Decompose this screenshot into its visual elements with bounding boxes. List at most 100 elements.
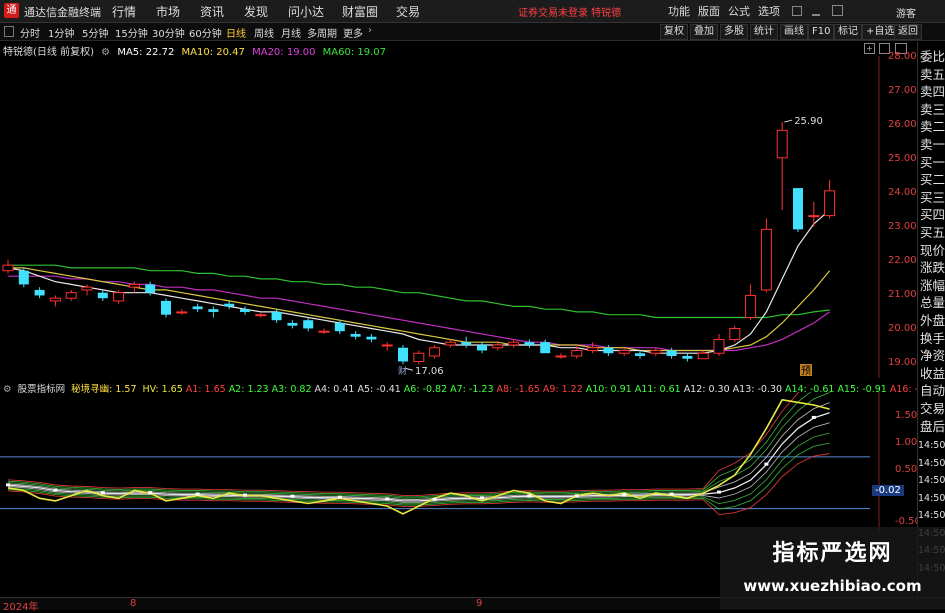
candle-body bbox=[34, 289, 45, 296]
chevron-right-icon[interactable]: › bbox=[368, 25, 372, 36]
tab-30min[interactable]: 30分钟 bbox=[152, 25, 185, 40]
osc-marker bbox=[764, 462, 769, 466]
candle-body bbox=[444, 341, 456, 346]
side-panel-item[interactable]: 外盘 bbox=[919, 310, 945, 329]
menu-formula[interactable]: 公式 bbox=[728, 3, 750, 19]
window-icon[interactable] bbox=[792, 6, 802, 16]
tab-monthly[interactable]: 月线 bbox=[281, 25, 301, 40]
oscillator-chart[interactable] bbox=[0, 392, 880, 532]
side-panel-item[interactable]: 涨幅 bbox=[919, 275, 945, 294]
multi-stock-button[interactable]: 多股 bbox=[720, 24, 748, 40]
candle-body bbox=[334, 322, 345, 332]
candle-body bbox=[697, 352, 709, 360]
menu-discover[interactable]: 发现 bbox=[244, 3, 268, 20]
candle-body bbox=[587, 347, 599, 351]
side-panel-item[interactable]: 卖五 bbox=[919, 64, 945, 83]
user-label[interactable]: 游客 bbox=[896, 5, 916, 20]
menu-wealth[interactable]: 财富圈 bbox=[342, 3, 378, 20]
back-button[interactable]: 返回 bbox=[894, 24, 922, 40]
menu-options[interactable]: 选项 bbox=[758, 3, 780, 19]
tab-multi-period[interactable]: 多周期 bbox=[307, 25, 337, 40]
draw-line-button[interactable]: 画线 bbox=[780, 24, 808, 40]
maximize-icon[interactable] bbox=[832, 5, 843, 16]
side-panel-item[interactable]: 净资 bbox=[919, 345, 945, 364]
side-panel-item[interactable]: 卖四 bbox=[919, 81, 945, 100]
side-panel-item[interactable]: 自动 bbox=[919, 380, 945, 399]
menu-market[interactable]: 市场 bbox=[156, 3, 180, 20]
tab-minute[interactable]: 分时 bbox=[20, 25, 40, 40]
date-tick: 8 bbox=[130, 598, 137, 609]
side-panel-item[interactable]: 卖三 bbox=[919, 99, 945, 118]
price-tick: 22.00 bbox=[888, 255, 917, 266]
tab-60min[interactable]: 60分钟 bbox=[189, 25, 222, 40]
tab-5min[interactable]: 5分钟 bbox=[82, 25, 108, 40]
side-panel-item[interactable]: 卖一 bbox=[919, 134, 945, 153]
ma60-line bbox=[8, 264, 830, 319]
ma5-line bbox=[7, 209, 830, 354]
tab-more[interactable]: 更多 bbox=[343, 25, 363, 40]
osc-tick: 1.00 bbox=[895, 437, 918, 448]
side-panel-item[interactable]: 交易 bbox=[919, 398, 945, 417]
statistics-button[interactable]: 统计 bbox=[750, 24, 778, 40]
tab-15min[interactable]: 15分钟 bbox=[115, 25, 148, 40]
candle-body bbox=[128, 283, 140, 288]
menu-layout[interactable]: 版面 bbox=[698, 3, 720, 19]
candle-body bbox=[145, 284, 156, 293]
osc-marker bbox=[480, 496, 484, 500]
osc-marker bbox=[337, 495, 342, 499]
f10-button[interactable]: F10 bbox=[808, 24, 835, 40]
osc-marker bbox=[243, 493, 247, 497]
menu-trade[interactable]: 交易 bbox=[396, 3, 420, 20]
price-tick: 21.00 bbox=[888, 289, 917, 300]
low-label: 17.06 bbox=[415, 366, 444, 377]
period-toolbar: 分时 1分钟 5分钟 15分钟 30分钟 60分钟 日线 周线 月线 多周期 更… bbox=[0, 23, 945, 41]
side-panel-item[interactable]: 涨跌 bbox=[919, 257, 945, 276]
osc-marker bbox=[195, 492, 200, 496]
minimize-icon[interactable] bbox=[812, 6, 820, 16]
osc-marker bbox=[432, 497, 437, 501]
side-panel-item[interactable]: 现价 bbox=[919, 240, 945, 259]
side-panel-item[interactable]: 买五 bbox=[919, 222, 945, 241]
side-panel-item[interactable]: 买二 bbox=[919, 169, 945, 188]
overlay-button[interactable]: 叠加 bbox=[690, 24, 718, 40]
side-panel-item[interactable]: 买一 bbox=[919, 152, 945, 171]
menu-quotes[interactable]: 行情 bbox=[112, 3, 136, 20]
panel-toggle-icon[interactable] bbox=[4, 26, 14, 37]
candle-body bbox=[635, 353, 645, 356]
side-panel-item[interactable]: 盘后 bbox=[919, 416, 945, 435]
side-time-item: 14:50 bbox=[918, 440, 945, 451]
osc-marker bbox=[622, 493, 627, 497]
adjust-button[interactable]: 复权 bbox=[660, 24, 688, 40]
candle-body bbox=[461, 342, 472, 345]
candle-body bbox=[603, 347, 614, 354]
add-watchlist-button[interactable]: +自选 bbox=[862, 24, 899, 40]
mark-button[interactable]: 标记 bbox=[834, 24, 862, 40]
side-panel-item[interactable]: 总量 bbox=[919, 292, 945, 311]
osc-band-line bbox=[7, 392, 812, 498]
menu-news[interactable]: 资讯 bbox=[200, 3, 224, 20]
login-notice[interactable]: 证券交易未登录 特锐德 bbox=[518, 4, 621, 19]
candle-body bbox=[745, 294, 757, 318]
side-panel-item[interactable]: 收益 bbox=[919, 363, 945, 382]
side-panel-item[interactable]: 卖二 bbox=[919, 116, 945, 135]
candle-body bbox=[618, 349, 630, 354]
candle-body bbox=[650, 349, 662, 354]
price-tick: 24.00 bbox=[888, 187, 917, 198]
tab-weekly[interactable]: 周线 bbox=[254, 25, 274, 40]
tab-daily[interactable]: 日线 bbox=[226, 25, 246, 40]
candle-body bbox=[318, 330, 330, 333]
date-tick: 2024年 bbox=[3, 602, 39, 613]
candle-body bbox=[508, 341, 520, 346]
candle-body bbox=[666, 350, 677, 356]
high-label: 25.90 bbox=[794, 116, 823, 127]
side-panel-item[interactable]: 委比 bbox=[919, 46, 945, 65]
side-panel-item[interactable]: 买三 bbox=[919, 187, 945, 206]
candlestick-chart[interactable]: 25.90 17.06 财 预 bbox=[0, 56, 880, 378]
zoom-icon[interactable]: + bbox=[864, 43, 875, 54]
side-panel-item[interactable]: 换手 bbox=[919, 328, 945, 347]
tab-1min[interactable]: 1分钟 bbox=[48, 25, 74, 40]
side-panel-item[interactable]: 买四 bbox=[919, 204, 945, 223]
menu-ask[interactable]: 问小达 bbox=[288, 3, 324, 20]
menu-functions[interactable]: 功能 bbox=[668, 3, 690, 19]
price-tick: 26.00 bbox=[888, 119, 917, 130]
